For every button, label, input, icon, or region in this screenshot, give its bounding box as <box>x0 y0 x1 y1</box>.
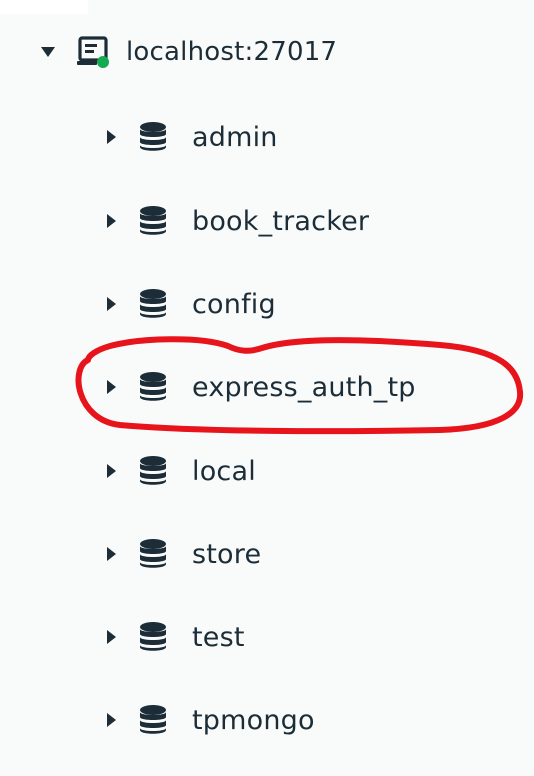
database-label: admin <box>192 121 278 153</box>
database-label: express_auth_tp <box>192 371 416 403</box>
database-label: test <box>192 621 245 653</box>
connection-label: localhost:27017 <box>126 37 338 67</box>
database-item-admin[interactable]: admin <box>102 107 278 167</box>
database-item-express-auth-tp[interactable]: express_auth_tp <box>102 357 416 417</box>
caret-right-icon[interactable] <box>102 211 120 231</box>
caret-right-icon[interactable] <box>102 544 120 564</box>
database-label: local <box>192 455 256 487</box>
caret-right-icon[interactable] <box>102 294 120 314</box>
caret-right-icon[interactable] <box>102 377 120 397</box>
database-item-store[interactable]: store <box>102 524 261 584</box>
caret-right-icon[interactable] <box>102 710 120 730</box>
database-label: tpmongo <box>192 704 315 736</box>
caret-right-icon[interactable] <box>102 461 120 481</box>
database-icon <box>138 704 168 736</box>
database-icon <box>138 121 168 153</box>
caret-right-icon[interactable] <box>102 127 120 147</box>
database-icon <box>138 205 168 237</box>
caret-down-icon[interactable] <box>38 42 58 62</box>
database-label: book_tracker <box>192 205 370 237</box>
database-icon <box>138 621 168 653</box>
connection-status-dot <box>97 56 109 68</box>
database-item-book-tracker[interactable]: book_tracker <box>102 191 369 251</box>
connection-item[interactable]: localhost:27017 <box>38 22 337 82</box>
caret-right-icon[interactable] <box>102 627 120 647</box>
database-icon <box>138 455 168 487</box>
database-item-config[interactable]: config <box>102 274 276 334</box>
server-icon <box>76 34 112 70</box>
database-item-local[interactable]: local <box>102 441 256 501</box>
database-icon <box>138 538 168 570</box>
database-icon <box>138 288 168 320</box>
database-item-test[interactable]: test <box>102 607 245 667</box>
database-label: store <box>192 538 262 570</box>
database-icon <box>138 371 168 403</box>
connection-tree: localhost:27017 admin book_trackerconfig e… <box>0 0 534 776</box>
database-label: config <box>192 288 276 320</box>
database-item-tpmongo[interactable]: tpmongo <box>102 690 315 750</box>
